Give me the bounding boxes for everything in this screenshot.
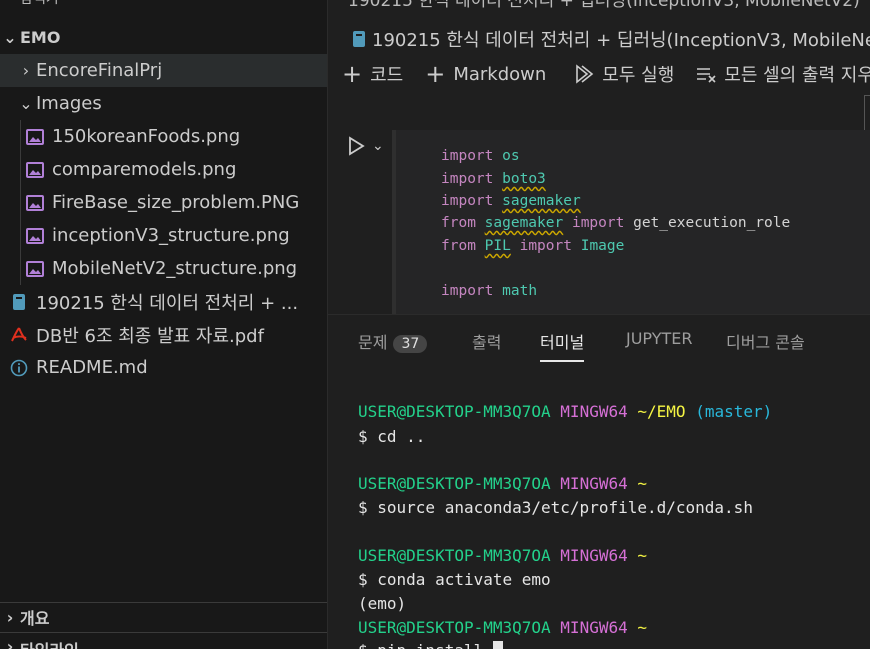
tree-item-mobilenetv2-structure[interactable]: MobileNetV2_structure.png xyxy=(0,252,327,285)
image-file-icon xyxy=(24,225,46,247)
info-file-icon xyxy=(8,357,30,379)
breadcrumb[interactable]: 190215 한식 데이터 전처리 + 딥러닝(InceptionV3, Mob… xyxy=(348,0,870,11)
tree-item-inceptionv3-structure[interactable]: inceptionV3_structure.png xyxy=(0,219,327,252)
tree-item-encorefinalprj[interactable]: › EncoreFinalPrj xyxy=(0,54,327,87)
notebook-file-icon xyxy=(352,28,366,50)
chevron-right-icon: › xyxy=(22,61,30,80)
run-all-label: 모두 실행 xyxy=(602,65,675,86)
tree-item-readme[interactable]: README.md xyxy=(0,351,327,384)
add-code-button[interactable]: + 코드 xyxy=(342,61,403,87)
tree-item-label: DB반 6조 최종 발표 자료.pdf xyxy=(36,325,264,347)
terminal-prompt: USER@DESKTOP-MM3Q7OA MINGW64 ~ xyxy=(358,474,648,493)
tab-debug-console[interactable]: 디버그 콘솔 xyxy=(726,329,805,353)
clear-outputs-label: 모든 셀의 출력 지우기 xyxy=(724,65,870,86)
run-all-icon xyxy=(574,64,596,84)
terminal-prompt: USER@DESKTOP-MM3Q7OA MINGW64 ~ xyxy=(358,618,648,637)
terminal-cursor xyxy=(492,641,503,649)
panel-tab-bar: 문제 37 출력 터미널 JUPYTER 디버그 콘솔 xyxy=(328,314,870,365)
tree-item-firebase-size-problem[interactable]: FireBase_size_problem.PNG xyxy=(0,186,327,219)
plus-icon: + xyxy=(342,60,363,88)
run-all-button[interactable]: 모두 실행 xyxy=(574,61,674,87)
tree-item-label: FireBase_size_problem.PNG xyxy=(52,192,300,213)
image-file-icon xyxy=(24,159,46,181)
terminal-current-command: $ pip install xyxy=(358,641,503,649)
tab-jupyter[interactable]: JUPYTER xyxy=(626,329,693,348)
add-code-label: 코드 xyxy=(370,65,404,86)
tree-item-label: Images xyxy=(36,93,102,114)
image-file-icon xyxy=(24,192,46,214)
tab-problems[interactable]: 문제 37 xyxy=(358,329,428,353)
add-markdown-button[interactable]: + Markdown xyxy=(425,62,546,86)
tree-item-label: README.md xyxy=(36,357,148,378)
explorer-sidebar: 탐색기 ⌄ EMO › EncoreFinalPrj ⌄ Images 150k… xyxy=(0,0,327,649)
tree-item-label: comparemodels.png xyxy=(52,159,237,180)
add-markdown-label: Markdown xyxy=(453,63,547,85)
notebook-file-icon xyxy=(8,291,30,313)
plus-icon: + xyxy=(425,60,446,88)
tab-terminal[interactable]: 터미널 xyxy=(540,329,585,362)
terminal-command: $ cd .. xyxy=(358,427,426,446)
chevron-right-icon: › xyxy=(6,607,14,627)
code-line: from sagemaker import get_execution_role xyxy=(441,215,791,231)
clear-outputs-button[interactable]: 모든 셀의 출력 지우기 xyxy=(696,61,870,87)
terminal-prompt: USER@DESKTOP-MM3Q7OA MINGW64 ~/EMO (mast… xyxy=(358,402,773,421)
chevron-right-icon: › xyxy=(6,637,14,649)
outline-section-header[interactable]: › 개요 xyxy=(0,602,327,631)
chevron-down-icon: ⌄ xyxy=(3,28,17,47)
image-file-icon xyxy=(24,258,46,280)
terminal-command: $ source anaconda3/etc/profile.d/conda.s… xyxy=(358,498,753,517)
code-line: import sagemaker xyxy=(441,193,581,209)
timeline-section-header[interactable]: › 타임라인 xyxy=(0,632,327,649)
tree-root-emo[interactable]: ⌄ EMO xyxy=(0,21,327,54)
code-line: from PIL import Image xyxy=(441,238,625,254)
image-file-icon xyxy=(24,126,46,148)
code-line: import math xyxy=(441,283,538,299)
tree-item-label: 190215 한식 데이터 전처리 + ... xyxy=(36,292,299,314)
problems-count-badge: 37 xyxy=(393,335,428,353)
editor-area: 190215 한식 데이터 전처리 + 딥러닝(InceptionV3, Mob… xyxy=(328,0,870,649)
explorer-header: 탐색기 xyxy=(20,0,59,8)
notebook-toolbar: + 코드 + Markdown 모두 실행 모든 셀의 출력 지우기 xyxy=(328,56,870,92)
tab-output[interactable]: 출력 xyxy=(472,329,501,353)
tree-root-label: EMO xyxy=(20,28,61,47)
play-icon xyxy=(349,136,365,156)
notebook-title-text: 190215 한식 데이터 전처리 + 딥러닝(InceptionV3, Mob… xyxy=(372,30,870,51)
chevron-down-icon[interactable]: ⌄ xyxy=(372,138,384,154)
tree-item-comparemodels[interactable]: comparemodels.png xyxy=(0,153,327,186)
clear-all-icon xyxy=(696,65,716,83)
tree-item-images[interactable]: ⌄ Images xyxy=(0,87,327,120)
run-cell-button[interactable]: ⌄ xyxy=(346,136,384,156)
terminal-command: $ conda activate emo xyxy=(358,570,551,589)
tree-item-150koreanfoods[interactable]: 150koreanFoods.png xyxy=(0,120,327,153)
notebook-title: 190215 한식 데이터 전처리 + 딥러닝(InceptionV3, Mob… xyxy=(328,22,870,56)
tree-item-label: 150koreanFoods.png xyxy=(52,126,241,147)
timeline-label: 타임라인 xyxy=(20,637,79,649)
terminal-output: (emo) xyxy=(358,594,407,613)
chevron-down-icon: ⌄ xyxy=(19,94,33,113)
tree-item-notebook[interactable]: 190215 한식 데이터 전처리 + ... xyxy=(0,285,327,318)
active-tab-indicator xyxy=(540,360,585,362)
terminal-prompt: USER@DESKTOP-MM3Q7OA MINGW64 ~ xyxy=(358,546,648,565)
tree-item-label: inceptionV3_structure.png xyxy=(52,225,290,246)
code-line: import os xyxy=(441,148,520,164)
tree-item-label: MobileNetV2_structure.png xyxy=(52,258,298,279)
code-line: import boto3 xyxy=(441,171,546,187)
tree-item-pdf[interactable]: DB반 6조 최종 발표 자료.pdf xyxy=(0,318,327,351)
outline-label: 개요 xyxy=(20,609,50,628)
pdf-file-icon xyxy=(8,324,30,346)
tree-item-label: EncoreFinalPrj xyxy=(36,60,163,81)
